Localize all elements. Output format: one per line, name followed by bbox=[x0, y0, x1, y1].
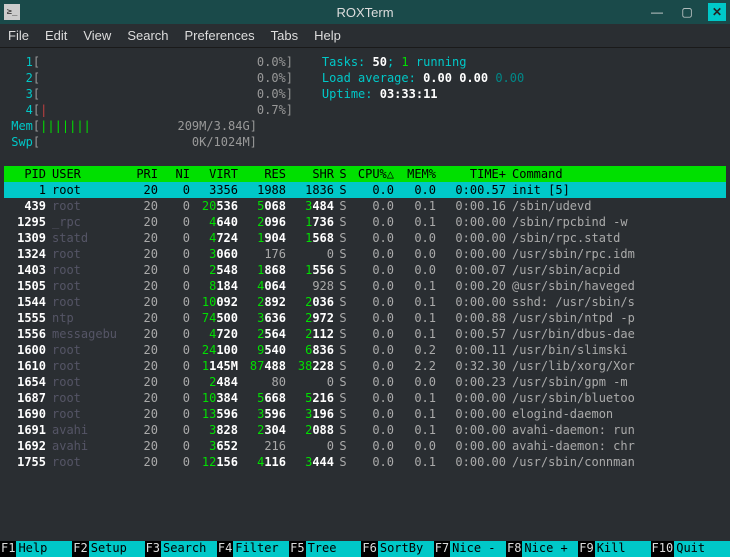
cpu3-pct: 0.0% bbox=[250, 87, 286, 101]
col-shr[interactable]: SHR bbox=[286, 166, 334, 182]
fn-kill[interactable]: Kill bbox=[595, 541, 651, 557]
minimize-button[interactable]: — bbox=[648, 3, 666, 21]
fn-filter[interactable]: Filter bbox=[233, 541, 289, 557]
fn-nice[interactable]: Nice + bbox=[522, 541, 578, 557]
menu-edit[interactable]: Edit bbox=[45, 28, 67, 43]
fnkey-f10: F10 bbox=[651, 541, 675, 557]
fn-tree[interactable]: Tree bbox=[306, 541, 362, 557]
menu-help[interactable]: Help bbox=[314, 28, 341, 43]
process-row[interactable]: 1654root2002484800S0.00.00:00.23/usr/sbi… bbox=[4, 374, 726, 390]
fn-help[interactable]: Help bbox=[16, 541, 72, 557]
col-ni[interactable]: NI bbox=[158, 166, 190, 182]
load5: 0.00 bbox=[459, 71, 495, 85]
process-row[interactable]: 1691avahi200382823042088S0.00.10:00.00av… bbox=[4, 422, 726, 438]
col-s[interactable]: S bbox=[334, 166, 352, 182]
menu-tabs[interactable]: Tabs bbox=[271, 28, 298, 43]
mem-usage: 209M/3.84G bbox=[177, 119, 249, 133]
fn-quit[interactable]: Quit bbox=[674, 541, 730, 557]
col-pri[interactable]: PRI bbox=[126, 166, 158, 182]
process-row[interactable]: 1295_rpc200464020961736S0.00.10:00.00/sb… bbox=[4, 214, 726, 230]
process-row[interactable]: 1403root200254818681556S0.00.00:00.07/us… bbox=[4, 262, 726, 278]
process-row[interactable]: 1687root2001038456685216S0.00.10:00.00/u… bbox=[4, 390, 726, 406]
fnkey-f2: F2 bbox=[72, 541, 88, 557]
col-res[interactable]: RES bbox=[238, 166, 286, 182]
function-key-bar: F1HelpF2SetupF3SearchF4FilterF5TreeF6Sor… bbox=[0, 541, 730, 557]
app-icon: ≥_ bbox=[4, 4, 20, 20]
uptime-label: Uptime: bbox=[322, 87, 380, 101]
fnkey-f7: F7 bbox=[434, 541, 450, 557]
cpu2-pct: 0.0% bbox=[250, 71, 286, 85]
tasks-running: 1 bbox=[401, 55, 408, 69]
menu-search[interactable]: Search bbox=[127, 28, 168, 43]
process-row[interactable]: 1544root2001009228922036S0.00.10:00.00ss… bbox=[4, 294, 726, 310]
cpu1-label: 1 bbox=[4, 55, 33, 69]
titlebar[interactable]: ≥_ ROXTerm — ▢ ✕ bbox=[0, 0, 730, 24]
fnkey-f4: F4 bbox=[217, 541, 233, 557]
col-mem[interactable]: MEM% bbox=[394, 166, 436, 182]
load-label: Load average: bbox=[322, 71, 423, 85]
fn-sortby[interactable]: SortBy bbox=[378, 541, 434, 557]
menubar: File Edit View Search Preferences Tabs Help bbox=[0, 24, 730, 48]
fnkey-f1: F1 bbox=[0, 541, 16, 557]
fn-nice[interactable]: Nice - bbox=[450, 541, 506, 557]
process-table-header[interactable]: PIDUSERPRINIVIRTRESSHRSCPU%△MEM%TIME+Com… bbox=[4, 166, 726, 182]
close-button[interactable]: ✕ bbox=[708, 3, 726, 21]
fn-search[interactable]: Search bbox=[161, 541, 217, 557]
process-row[interactable]: 1755root2001215641163444S0.00.10:00.00/u… bbox=[4, 454, 726, 470]
process-row[interactable]: 1555ntp2007450036362972S0.00.10:00.88/us… bbox=[4, 310, 726, 326]
col-command[interactable]: Command bbox=[506, 166, 726, 182]
tasks-total: 50 bbox=[373, 55, 387, 69]
window-title: ROXTerm bbox=[336, 5, 393, 20]
col-virt[interactable]: VIRT bbox=[190, 166, 238, 182]
process-row[interactable]: 1690root2001359635963196S0.00.10:00.00el… bbox=[4, 406, 726, 422]
mem-label: Mem bbox=[4, 119, 33, 133]
cpu2-label: 2 bbox=[4, 71, 33, 85]
col-cpu[interactable]: CPU%△ bbox=[352, 166, 394, 182]
menu-preferences[interactable]: Preferences bbox=[185, 28, 255, 43]
fnkey-f9: F9 bbox=[578, 541, 594, 557]
fnkey-f8: F8 bbox=[506, 541, 522, 557]
cpu4-pct: 0.7% bbox=[250, 103, 286, 117]
process-row[interactable]: 1324root20030601760S0.00.00:00.00/usr/sb… bbox=[4, 246, 726, 262]
col-user[interactable]: USER bbox=[46, 166, 126, 182]
window-controls: — ▢ ✕ bbox=[648, 3, 726, 21]
process-row[interactable]: 1309statd200472419041568S0.00.00:00.00/s… bbox=[4, 230, 726, 246]
cpu4-label: 4 bbox=[4, 103, 33, 117]
process-row[interactable]: 439root2002053650683484S0.00.10:00.16/sb… bbox=[4, 198, 726, 214]
menu-view[interactable]: View bbox=[83, 28, 111, 43]
fnkey-f6: F6 bbox=[361, 541, 377, 557]
col-pid[interactable]: PID bbox=[4, 166, 46, 182]
menu-file[interactable]: File bbox=[8, 28, 29, 43]
process-row[interactable]: 1600root2002410095406836S0.00.20:00.11/u… bbox=[4, 342, 726, 358]
process-row[interactable]: 1692avahi20036522160S0.00.00:00.00avahi-… bbox=[4, 438, 726, 454]
cpu1-pct: 0.0% bbox=[250, 55, 286, 69]
load15: 0.00 bbox=[495, 71, 524, 85]
fnkey-f3: F3 bbox=[145, 541, 161, 557]
col-time[interactable]: TIME+ bbox=[436, 166, 506, 182]
terminal-area[interactable]: 1[ 0.0%] Tasks: 50; 1 running 2[ 0.0%] L… bbox=[0, 48, 730, 470]
fn-setup[interactable]: Setup bbox=[89, 541, 145, 557]
swp-label: Swp bbox=[4, 135, 33, 149]
load1: 0.00 bbox=[423, 71, 459, 85]
cpu3-label: 3 bbox=[4, 87, 33, 101]
process-row[interactable]: 1610root2001145M8748838228S0.02.20:32.30… bbox=[4, 358, 726, 374]
process-row[interactable]: 1505root20081844064928S0.00.10:00.20@usr… bbox=[4, 278, 726, 294]
fnkey-f5: F5 bbox=[289, 541, 305, 557]
process-row[interactable]: 1556messagebu200472025642112S0.00.10:00.… bbox=[4, 326, 726, 342]
swp-usage: 0K/1024M bbox=[185, 135, 250, 149]
tasks-label: Tasks: bbox=[322, 55, 373, 69]
process-row[interactable]: 1root200335619881836S0.00.00:00.57init [… bbox=[4, 182, 726, 198]
maximize-button[interactable]: ▢ bbox=[678, 3, 696, 21]
uptime: 03:33:11 bbox=[380, 87, 438, 101]
